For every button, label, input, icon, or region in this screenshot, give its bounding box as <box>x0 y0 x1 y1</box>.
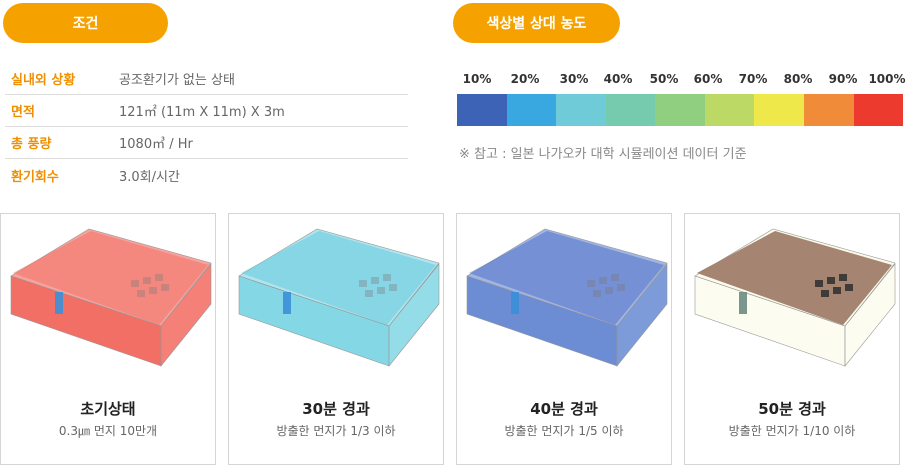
room-card-40min: 40분 경과 방출한 먼지가 1/5 이하 <box>456 213 672 465</box>
scale-swatch <box>754 94 804 126</box>
emitter-device <box>511 292 519 314</box>
desk-cluster <box>161 284 169 291</box>
card-title: 30분 경과 <box>302 400 370 418</box>
conditions-value: 3.0회/시간 <box>119 169 180 185</box>
conditions-row: 환기회수 3.0회/시간 <box>5 159 408 191</box>
desk-cluster <box>383 274 391 281</box>
card-subtitle: 0.3㎛ 먼지 10만개 <box>58 424 158 438</box>
scale-tick-label: 80% <box>783 72 813 86</box>
desk-cluster <box>155 274 163 281</box>
room-card-30min: 30분 경과 방출한 먼지가 1/3 이하 <box>228 213 444 465</box>
room-card-50min: 50분 경과 방출한 먼지가 1/10 이하 <box>684 213 900 465</box>
scale-swatch <box>605 94 656 126</box>
reference-note: ※ 참고 : 일본 나가오카 대학 시뮬레이션 데이터 기준 <box>459 147 747 162</box>
desk-cluster <box>839 274 847 281</box>
scale-pill: 색상별 상대 농도 <box>453 3 620 43</box>
desk-cluster <box>611 274 619 281</box>
room-illustration <box>694 228 896 367</box>
emitter-device <box>55 292 63 314</box>
desk-cluster <box>845 284 853 291</box>
desk-cluster <box>377 287 385 294</box>
room-illustration <box>238 228 440 367</box>
conditions-label: 면적 <box>11 105 35 120</box>
scale-tick-label: 60% <box>693 72 723 86</box>
desk-cluster <box>617 284 625 291</box>
conditions-pill: 조건 <box>3 3 168 43</box>
scale-pill-label: 색상별 상대 농도 <box>486 16 587 32</box>
conditions-value: 1080㎥ / Hr <box>119 137 193 152</box>
conditions-value: 121㎡ (11m X 11m) X 3m <box>119 105 285 120</box>
desk-cluster <box>815 280 823 287</box>
scale-swatch <box>803 94 854 126</box>
conditions-value: 공조환기가 없는 상태 <box>119 73 235 88</box>
emitter-device <box>739 292 747 314</box>
card-subtitle: 방출한 먼지가 1/5 이하 <box>504 424 624 438</box>
scale-tick-label: 30% <box>559 72 589 86</box>
room-illustration <box>466 228 668 367</box>
card-subtitle: 방출한 먼지가 1/3 이하 <box>276 424 396 438</box>
desk-cluster <box>827 277 835 284</box>
desk-cluster <box>365 290 373 297</box>
scale-tick-label: 70% <box>738 72 768 86</box>
scale-swatch <box>506 94 557 126</box>
conditions-row: 면적 121㎡ (11m X 11m) X 3m <box>5 95 408 127</box>
desk-cluster <box>605 287 613 294</box>
scale-swatch <box>704 94 755 126</box>
scale-tick-labels: 10% 20% 30% 40% 50% 60% 70% 80% 90% 100% <box>457 72 906 88</box>
scale-tick-label: 50% <box>649 72 679 86</box>
desk-cluster <box>821 290 829 297</box>
desk-cluster <box>131 280 139 287</box>
conditions-pill-label: 조건 <box>72 16 99 32</box>
desk-cluster <box>143 277 151 284</box>
desk-cluster <box>593 290 601 297</box>
conditions-row: 총 풍량 1080㎥ / Hr <box>5 127 408 159</box>
desk-cluster <box>389 284 397 291</box>
scale-swatch <box>655 94 705 126</box>
color-scale-bar <box>457 94 904 126</box>
conditions-row: 실내외 상황 공조환기가 없는 상태 <box>5 63 408 95</box>
card-title: 50분 경과 <box>758 400 826 418</box>
desk-cluster <box>587 280 595 287</box>
desk-cluster <box>371 277 379 284</box>
card-title: 초기상태 <box>80 400 136 418</box>
conditions-table: 실내외 상황 공조환기가 없는 상태 면적 121㎡ (11m X 11m) X… <box>5 63 408 191</box>
desk-cluster <box>833 287 841 294</box>
card-title: 40분 경과 <box>530 400 598 418</box>
room-card-initial: 초기상태 0.3㎛ 먼지 10만개 <box>0 213 216 465</box>
conditions-label: 총 풍량 <box>11 137 52 152</box>
scale-tick-label: 90% <box>828 72 858 86</box>
card-subtitle: 방출한 먼지가 1/10 이하 <box>728 424 856 438</box>
conditions-label: 환기회수 <box>11 169 59 185</box>
scale-tick-label: 100% <box>868 72 906 86</box>
desk-cluster <box>599 277 607 284</box>
scale-tick-label: 40% <box>603 72 633 86</box>
conditions-label: 실내외 상황 <box>11 73 76 88</box>
room-illustration <box>10 228 212 367</box>
emitter-device <box>283 292 291 314</box>
scale-tick-label: 10% <box>462 72 492 86</box>
desk-cluster <box>137 290 145 297</box>
scale-swatch <box>853 94 904 126</box>
scale-swatch <box>457 94 507 126</box>
desk-cluster <box>359 280 367 287</box>
scale-swatch <box>556 94 606 126</box>
scale-tick-label: 20% <box>510 72 540 86</box>
desk-cluster <box>149 287 157 294</box>
